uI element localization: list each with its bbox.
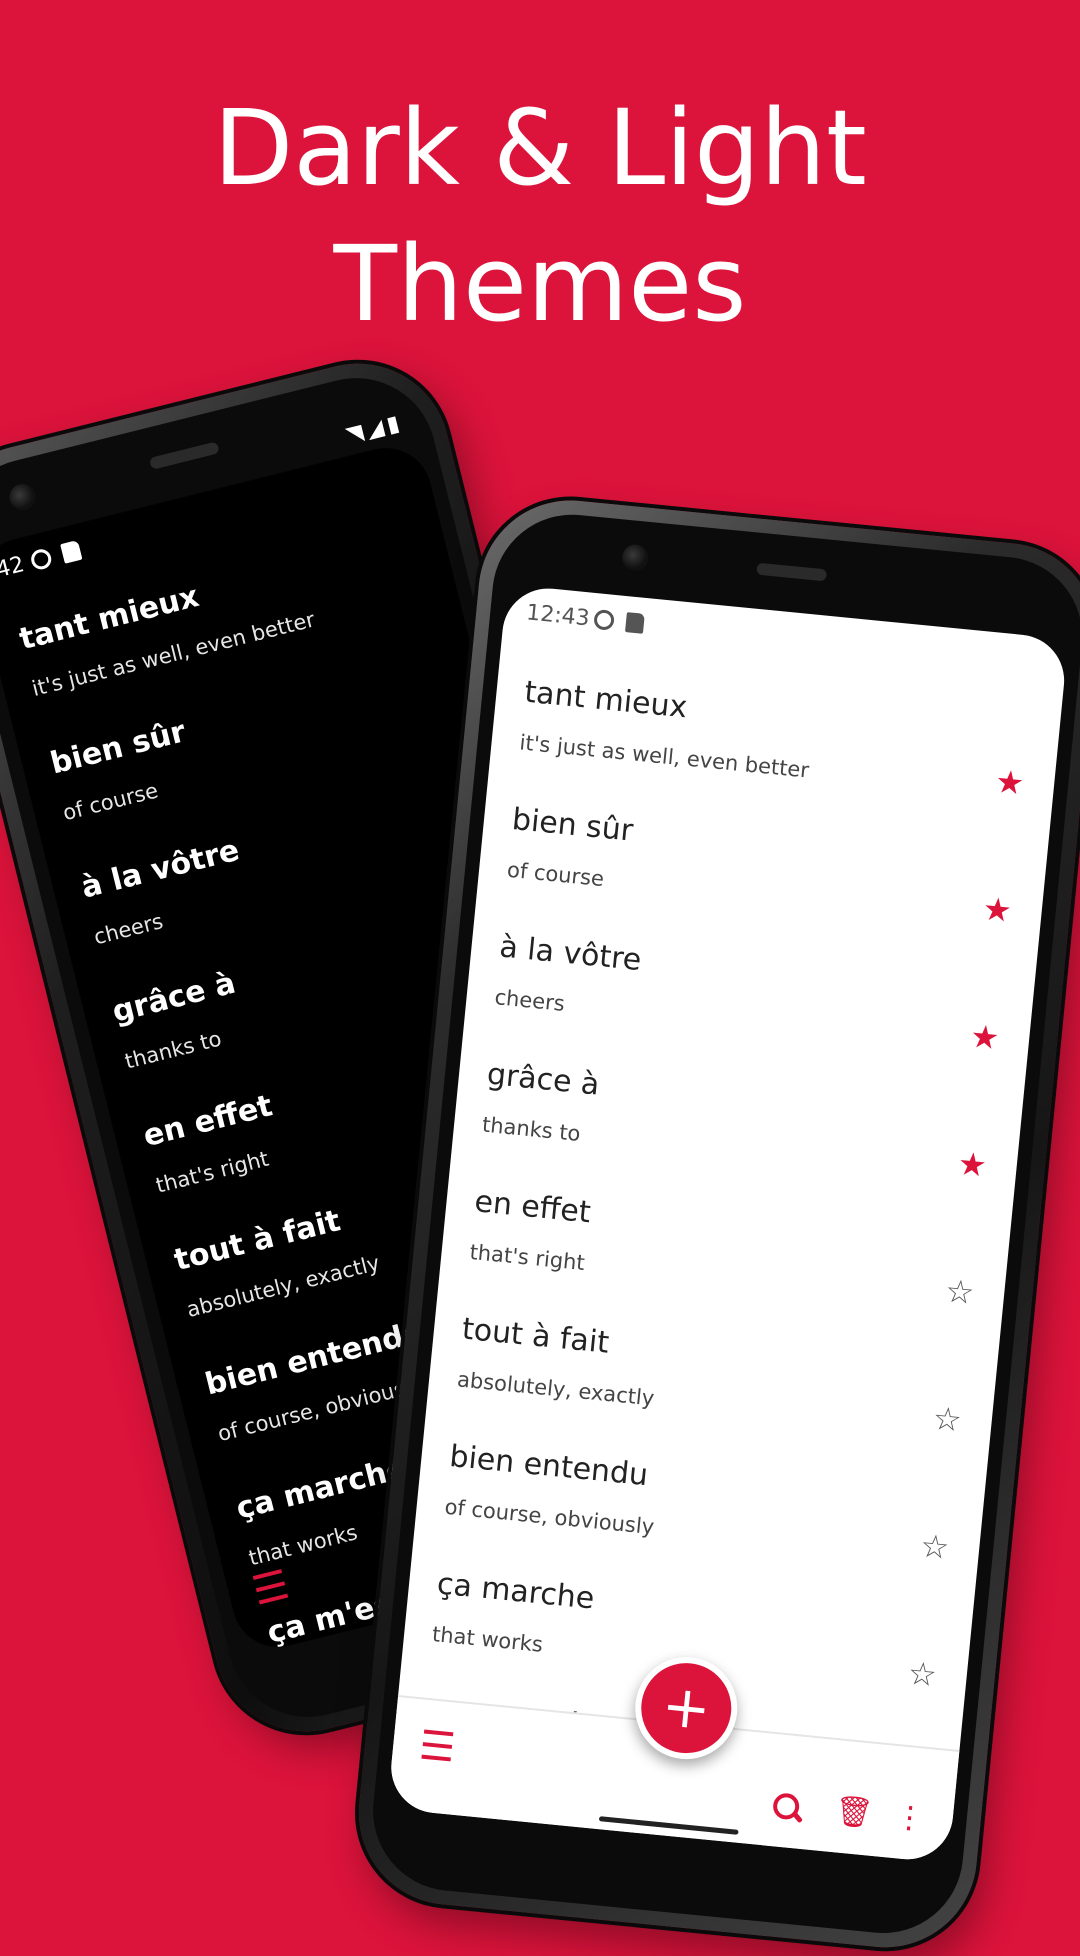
phrase-definition: that works [246,1520,360,1571]
star-outline-icon[interactable]: ☆ [919,1526,951,1567]
sd-card-icon [624,612,645,634]
headline-line-2: Themes [333,223,747,345]
sync-icon [29,547,54,572]
status-time: 12:43 [525,600,591,632]
phrase-definition: that works [431,1622,545,1657]
star-outline-icon[interactable]: ☆ [931,1399,963,1440]
phrase-term: bien sûr [510,802,635,849]
phrase-term: en effet [139,1088,276,1155]
star-filled-icon[interactable]: ★ [981,889,1013,930]
phrase-definition: cheers [493,985,566,1016]
star-outline-icon[interactable]: ☆ [906,1654,938,1695]
menu-icon[interactable]: ☰ [417,1722,457,1771]
phrase-term: en effet [472,1184,593,1231]
phrase-definition: that's right [153,1146,272,1198]
phrase-definition: of course [60,778,161,826]
phrase-definition: that's right [468,1239,586,1276]
phrase-definition: of course, obviously [443,1494,656,1540]
phrase-definition: thanks to [481,1112,582,1147]
star-outline-icon[interactable]: ☆ [944,1272,976,1313]
phrase-definition: thanks to [122,1026,224,1074]
sync-icon [593,609,615,631]
phrase-definition: absolutely, exactly [456,1367,656,1411]
sd-card-icon [60,539,83,564]
phrase-term: grâce à [485,1056,601,1103]
phrase-term: tout à fait [460,1311,611,1361]
phrase-term: tant mieux [522,674,689,726]
headline-line-1: Dark & Light [213,87,867,209]
phrase-definition: cheers [91,909,166,950]
phrase-term: grâce à [108,965,239,1030]
search-icon[interactable] [771,1792,803,1824]
delete-icon[interactable]: 🗑 [833,1793,874,1832]
add-icon: + [658,1670,714,1744]
status-time: 42 [0,552,27,584]
phrase-definition: of course [506,857,606,892]
phrase-term: ça marche [435,1566,596,1617]
star-filled-icon[interactable]: ★ [969,1017,1001,1058]
phrase-term: bien sûr [46,714,190,782]
phrase-term: à la vôtre [497,929,643,979]
more-vert-icon[interactable]: ⋮ [893,1799,926,1837]
headline: Dark & Light Themes [0,80,1080,352]
star-filled-icon[interactable]: ★ [994,762,1026,803]
star-filled-icon[interactable]: ★ [956,1144,988,1185]
phrase-term: bien entendu [448,1438,650,1494]
light-screen: 12:43 tant mieux it's just as well, even … [387,584,1069,1864]
phrase-definition: it's just as well, even better [518,730,811,783]
